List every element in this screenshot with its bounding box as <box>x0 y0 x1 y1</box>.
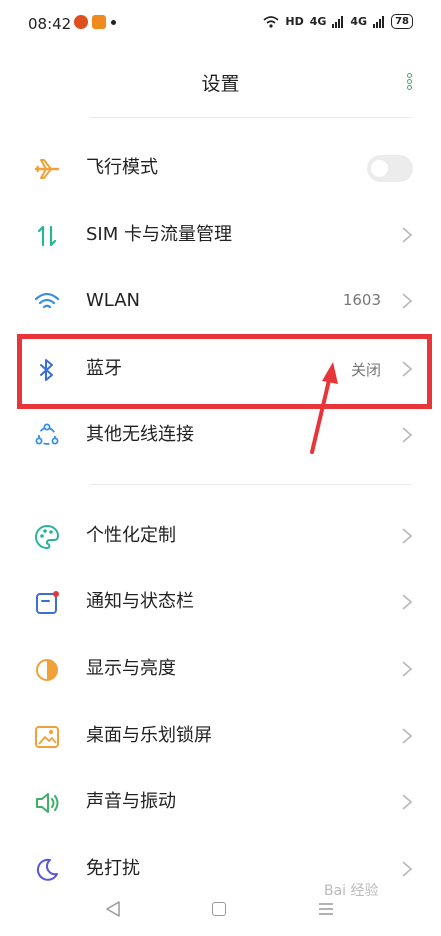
chevron-right-icon <box>402 661 413 677</box>
wireless-connections-icon <box>35 423 59 445</box>
status-time: 08:42 <box>28 15 72 33</box>
page-header: 设置 <box>0 55 441 111</box>
airplane-mode-toggle[interactable] <box>367 155 413 182</box>
more-notifications-icon <box>111 19 116 25</box>
chevron-right-icon <box>402 293 413 309</box>
home-icon[interactable] <box>212 902 226 916</box>
watermark: Bai 经验 <box>324 883 379 899</box>
chevron-right-icon <box>402 594 413 610</box>
divider <box>90 117 412 118</box>
status-app-icons <box>74 14 116 30</box>
setting-notifications[interactable]: 通知与状态栏 <box>0 569 441 635</box>
toggle-knob <box>371 160 388 177</box>
status-bar: 08:42 HD 4G 4G 78 <box>0 0 441 50</box>
signal-icon <box>332 15 344 28</box>
status-indicators: HD 4G 4G 78 <box>263 14 413 29</box>
menu-icon[interactable] <box>318 902 334 916</box>
setting-label: 通知与状态栏 <box>86 591 194 612</box>
setting-sound-vibration[interactable]: 声音与振动 <box>0 769 441 835</box>
setting-label: 声音与振动 <box>86 791 176 812</box>
setting-wlan[interactable]: WLAN 1603 <box>0 268 441 334</box>
wallpaper-icon <box>35 726 59 748</box>
setting-sim-data[interactable]: SIM 卡与流量管理 <box>0 202 441 268</box>
signal-2: 4G <box>350 15 368 28</box>
more-options-icon[interactable] <box>402 72 416 94</box>
setting-display-brightness[interactable]: 显示与亮度 <box>0 636 441 702</box>
sim-data-icon <box>37 225 57 247</box>
setting-label: 显示与亮度 <box>86 658 176 679</box>
divider <box>90 484 412 485</box>
setting-label: 免打扰 <box>86 858 140 879</box>
speaker-icon <box>36 793 59 813</box>
wifi-status-icon <box>263 15 279 28</box>
chevron-right-icon <box>402 861 413 877</box>
setting-label: 个性化定制 <box>86 525 176 546</box>
network-label: HD <box>285 15 304 28</box>
highlight-box <box>17 334 432 409</box>
chevron-right-icon <box>402 427 413 443</box>
page-title: 设置 <box>201 73 240 95</box>
airplane-icon <box>34 159 60 179</box>
setting-personalization[interactable]: 个性化定制 <box>0 503 441 569</box>
chevron-right-icon <box>402 528 413 544</box>
chevron-right-icon <box>402 794 413 810</box>
back-icon[interactable] <box>105 900 121 918</box>
wifi-icon <box>34 292 60 309</box>
chevron-right-icon <box>402 227 413 243</box>
setting-other-wireless[interactable]: 其他无线连接 <box>0 402 441 468</box>
app-notification-icon <box>92 15 106 29</box>
setting-label: WLAN <box>86 290 141 311</box>
notification-icon <box>36 591 59 614</box>
setting-label: SIM 卡与流量管理 <box>86 224 232 245</box>
setting-label: 其他无线连接 <box>86 424 194 445</box>
setting-label: 飞行模式 <box>86 157 158 178</box>
signal-icon <box>373 15 385 28</box>
moon-icon <box>36 858 58 881</box>
battery-indicator: 78 <box>391 14 413 29</box>
app-notification-icon <box>74 15 88 29</box>
setting-label: 桌面与乐划锁屏 <box>86 725 212 746</box>
signal-1: 4G <box>309 15 327 28</box>
setting-desktop-lockscreen[interactable]: 桌面与乐划锁屏 <box>0 703 441 769</box>
brightness-icon <box>36 659 58 681</box>
setting-value: 1603 <box>342 291 381 309</box>
chevron-right-icon <box>402 728 413 744</box>
palette-icon <box>35 524 60 550</box>
